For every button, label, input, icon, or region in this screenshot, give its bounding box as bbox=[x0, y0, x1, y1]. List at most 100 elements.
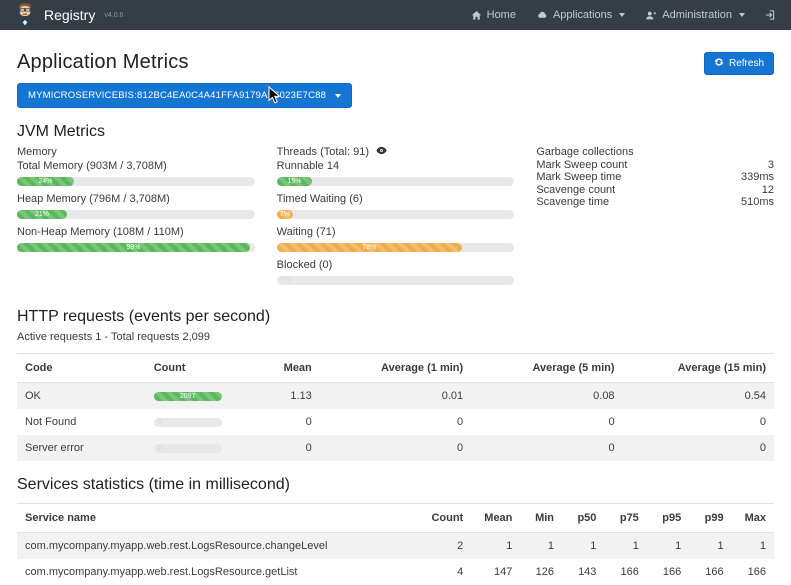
blocked-progress: 0% bbox=[277, 276, 515, 285]
svc-p99: 166 bbox=[689, 559, 731, 585]
col-header-service-name: Service name bbox=[17, 504, 422, 533]
http-avg1: 0 bbox=[320, 435, 471, 461]
gc-row: Mark Sweep count 3 bbox=[536, 159, 774, 172]
nonheap-memory-label: Non-Heap Memory (108M / 110M) bbox=[17, 226, 255, 239]
count-progress: 0 bbox=[154, 418, 222, 427]
http-code: OK bbox=[17, 383, 146, 410]
progress-value: 21% bbox=[35, 210, 49, 219]
table-row: Not Found 0 0 0 0 0 bbox=[17, 409, 774, 435]
svc-p99: 1 bbox=[689, 533, 731, 560]
service-name: com.mycompany.myapp.web.rest.LogsResourc… bbox=[17, 559, 422, 585]
refresh-button[interactable]: Refresh bbox=[704, 52, 774, 75]
svc-p50: 1 bbox=[562, 533, 604, 560]
svc-p95: 166 bbox=[647, 559, 689, 585]
memory-title: Memory bbox=[17, 146, 255, 159]
instance-selector-dropdown[interactable]: MYMICROSERVICEBIS:812BC4EA0C4A41FFA9179A… bbox=[17, 83, 352, 108]
svc-max: 166 bbox=[732, 559, 774, 585]
eye-icon[interactable] bbox=[376, 146, 387, 159]
http-mean: 0 bbox=[259, 409, 320, 435]
http-requests-subtitle: Active requests 1 - Total requests 2,099 bbox=[17, 331, 774, 343]
http-code: Server error bbox=[17, 435, 146, 461]
col-header-min: Min bbox=[520, 504, 562, 533]
progress-value: 7% bbox=[280, 210, 290, 219]
heap-memory-progress: 21% bbox=[17, 210, 255, 219]
gc-value: 3 bbox=[768, 159, 774, 172]
svc-p75: 166 bbox=[604, 559, 646, 585]
app-version: v4.0.6 bbox=[104, 12, 123, 19]
jhipster-avatar-logo bbox=[14, 2, 36, 29]
gc-row: Scavenge count 12 bbox=[536, 184, 774, 197]
svc-p95: 1 bbox=[647, 533, 689, 560]
http-avg5: 0 bbox=[471, 409, 622, 435]
total-memory-label: Total Memory (903M / 3,708M) bbox=[17, 160, 255, 173]
sign-out-button[interactable] bbox=[765, 9, 777, 21]
nav-item-label: Applications bbox=[553, 9, 612, 21]
home-icon bbox=[471, 10, 482, 21]
services-statistics-title: Services statistics (time in millisecond… bbox=[17, 476, 774, 494]
user-plus-icon bbox=[645, 10, 657, 21]
refresh-label: Refresh bbox=[729, 58, 764, 69]
progress-value: 24% bbox=[39, 177, 53, 186]
svc-p50: 143 bbox=[562, 559, 604, 585]
col-header-count: Count bbox=[146, 354, 260, 383]
jvm-metrics-row: Memory Total Memory (903M / 3,708M) 24% … bbox=[17, 146, 774, 292]
count-progress: 0 bbox=[154, 444, 222, 453]
caret-down-icon bbox=[335, 94, 341, 98]
timed-waiting-label: Timed Waiting (6) bbox=[277, 193, 515, 206]
waiting-label: Waiting (71) bbox=[277, 226, 515, 239]
gc-title: Garbage collections bbox=[536, 146, 633, 159]
table-row: com.mycompany.myapp.web.rest.LogsResourc… bbox=[17, 559, 774, 585]
svc-count: 2 bbox=[422, 533, 471, 560]
blocked-label: Blocked (0) bbox=[277, 259, 515, 272]
svc-count: 4 bbox=[422, 559, 471, 585]
http-avg15: 0 bbox=[623, 435, 774, 461]
count-value: 0 bbox=[158, 418, 162, 427]
gc-value: 339ms bbox=[741, 171, 774, 184]
col-header-max: Max bbox=[732, 504, 774, 533]
heap-memory-label: Heap Memory (796M / 3,708M) bbox=[17, 193, 255, 206]
waiting-progress: 78% bbox=[277, 243, 515, 252]
nav-item-home[interactable]: Home bbox=[471, 9, 516, 21]
app-title: Registry bbox=[44, 7, 95, 23]
caret-down-icon bbox=[619, 13, 625, 17]
instance-selector-label: MYMICROSERVICEBIS:812BC4EA0C4A41FFA9179A… bbox=[28, 90, 326, 101]
gc-label: Mark Sweep time bbox=[536, 171, 621, 184]
caret-down-icon bbox=[739, 13, 745, 17]
http-avg15: 0.54 bbox=[623, 383, 774, 410]
table-row: OK 2097 1.13 0.01 0.08 0.54 bbox=[17, 383, 774, 410]
svc-min: 126 bbox=[520, 559, 562, 585]
gc-value: 12 bbox=[762, 184, 774, 197]
gc-column: Garbage collections Mark Sweep count 3 M… bbox=[536, 146, 774, 292]
count-value: 0 bbox=[158, 444, 162, 453]
col-header-p99: p99 bbox=[689, 504, 731, 533]
http-requests-title: HTTP requests (events per second) bbox=[17, 308, 774, 326]
col-header-mean: Mean bbox=[259, 354, 320, 383]
brand[interactable]: Registry v4.0.6 bbox=[14, 2, 123, 29]
count-progress: 2097 bbox=[154, 392, 222, 401]
gc-row: Mark Sweep time 339ms bbox=[536, 171, 774, 184]
col-header-code: Code bbox=[17, 354, 146, 383]
col-header-avg5: Average (5 min) bbox=[471, 354, 622, 383]
http-mean: 1.13 bbox=[259, 383, 320, 410]
progress-value: 15% bbox=[287, 177, 301, 186]
http-code: Not Found bbox=[17, 409, 146, 435]
cloud-icon bbox=[536, 10, 548, 21]
http-avg5: 0 bbox=[471, 435, 622, 461]
http-avg5: 0.08 bbox=[471, 383, 622, 410]
page-title: Application Metrics bbox=[17, 51, 189, 74]
nav-item-label: Administration bbox=[662, 9, 732, 21]
nav-item-administration[interactable]: Administration bbox=[645, 9, 745, 21]
gc-label: Mark Sweep count bbox=[536, 159, 627, 172]
nav-item-applications[interactable]: Applications bbox=[536, 9, 625, 21]
gc-row: Scavenge time 510ms bbox=[536, 196, 774, 209]
runnable-progress: 15% bbox=[277, 177, 515, 186]
refresh-icon bbox=[714, 57, 724, 70]
gc-label: Scavenge count bbox=[536, 184, 615, 197]
total-memory-progress: 24% bbox=[17, 177, 255, 186]
svc-min: 1 bbox=[520, 533, 562, 560]
col-header-mean: Mean bbox=[471, 504, 520, 533]
gc-value: 510ms bbox=[741, 196, 774, 209]
nav-links: Home Applications Administration bbox=[471, 9, 777, 21]
progress-value: 0% bbox=[281, 276, 291, 285]
svc-max: 1 bbox=[732, 533, 774, 560]
